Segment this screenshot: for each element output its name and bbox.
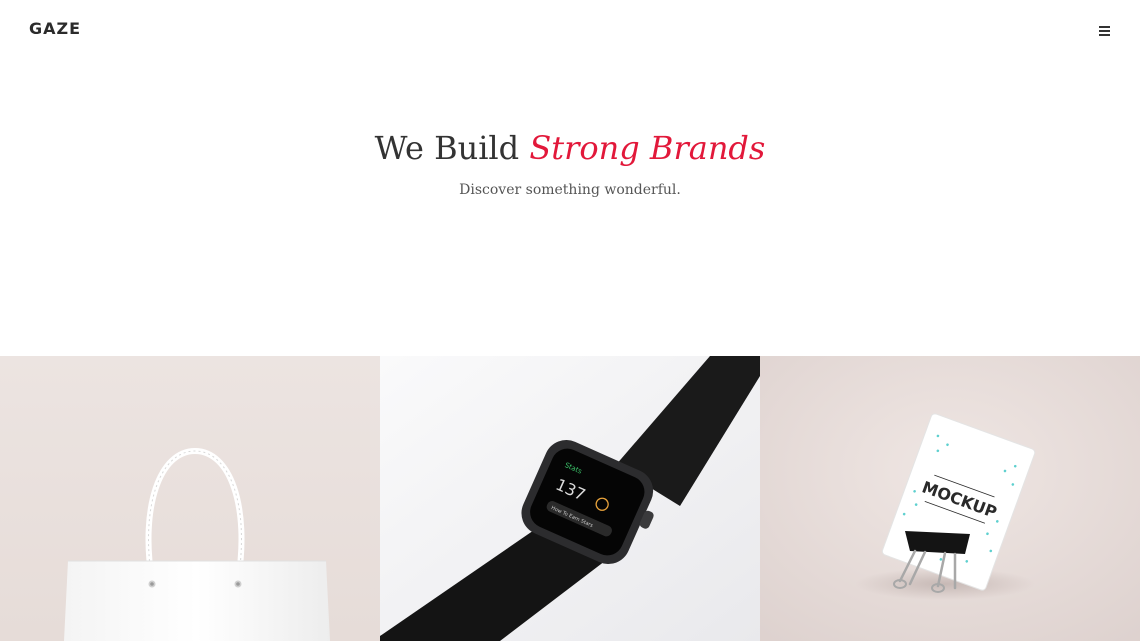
hero-title: We Build Strong Brands: [0, 126, 1140, 170]
shopping-bag-image: [0, 356, 380, 641]
hero-subtitle: Discover something wonderful.: [459, 182, 681, 198]
hero-section: We Build Strong Brands Discover somethin…: [0, 60, 1140, 356]
menu-line: [1099, 26, 1110, 28]
menu-line: [1099, 34, 1110, 36]
smartwatch-image: Stats 137 How To Earn Stars: [380, 356, 760, 641]
hamburger-menu-icon[interactable]: [1096, 22, 1114, 38]
menu-line: [1099, 30, 1110, 32]
portfolio-grid: Stats 137 How To Earn Stars MOCKUP: [0, 356, 1140, 641]
hero-title-accent: Strong Brands: [529, 129, 766, 167]
site-logo[interactable]: GAZE: [29, 19, 81, 38]
page: GAZE We Build Strong Brands Discover som…: [0, 0, 1140, 641]
portfolio-item-shopping-bag[interactable]: [0, 356, 380, 641]
hero-title-plain: We Build: [374, 129, 530, 167]
portfolio-item-business-card[interactable]: MOCKUP: [760, 356, 1140, 641]
site-header: GAZE: [0, 0, 1140, 60]
business-card-mockup-image: MOCKUP: [760, 356, 1140, 641]
portfolio-item-smartwatch[interactable]: Stats 137 How To Earn Stars: [380, 356, 760, 641]
